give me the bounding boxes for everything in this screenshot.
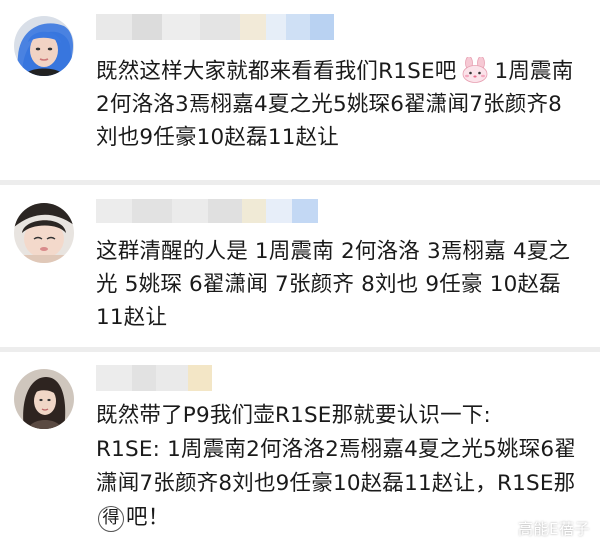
watermark: 高能E蓓子 — [518, 520, 590, 538]
avatar[interactable] — [14, 16, 74, 76]
avatar[interactable] — [14, 369, 74, 429]
comment-item: 既然带了P9我们壶R1SE那就要认识一下: R1SE: 1周震南2何洛洛2焉栩嘉… — [0, 351, 600, 549]
username-blurred[interactable] — [96, 14, 334, 40]
comment-text: 既然带了P9我们壶R1SE那就要认识一下: R1SE: 1周震南2何洛洛2焉栩嘉… — [96, 403, 576, 532]
username-blurred[interactable] — [96, 199, 318, 223]
comment-item: 既然这样大家就都来看看我们R1SE吧 1周震南2何洛洛3焉栩嘉4夏之光5姚琛6翟… — [0, 0, 600, 178]
comment-text: 这群清醒的人是 1周震南 2何洛洛 3焉栩嘉 4夏之光 5姚琛 6翟潇闻 7张颜… — [96, 239, 571, 330]
boxed-character: 得 — [98, 506, 124, 532]
comment-item: 这群清醒的人是 1周震南 2何洛洛 3焉栩嘉 4夏之光 5姚琛 6翟潇闻 7张颜… — [0, 185, 600, 347]
comment-text: 既然这样大家就都来看看我们R1SE吧 1周震南2何洛洛3焉栩嘉4夏之光5姚琛6翟… — [96, 55, 578, 154]
avatar[interactable] — [14, 203, 74, 263]
username-blurred[interactable] — [96, 365, 212, 391]
bunny-emoji-icon — [460, 56, 490, 83]
